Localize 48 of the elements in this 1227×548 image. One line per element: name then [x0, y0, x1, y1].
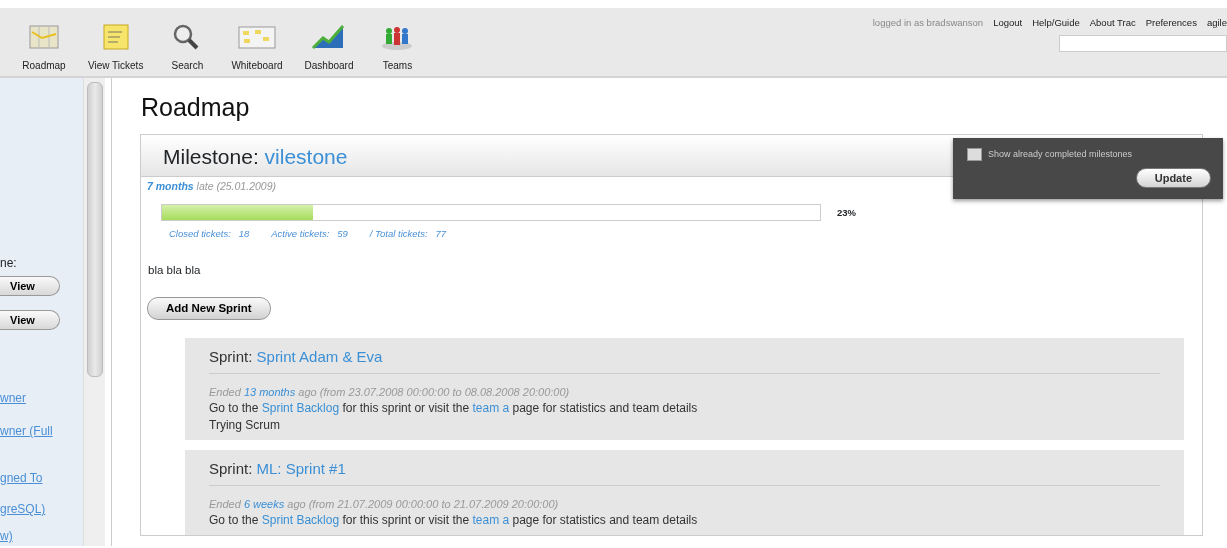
duration-link[interactable]: 6 weeks	[243, 497, 285, 510]
page-title: Roadmap	[141, 92, 251, 122]
sprint-description: Trying Scrum	[209, 417, 281, 434]
toolbar-button[interactable]: Teams	[375, 22, 420, 76]
toolbar-button[interactable]: Search	[165, 22, 210, 76]
sidebar-link[interactable]: greSQL)	[0, 501, 83, 518]
sprint-info: Go to the Sprint Backlog for this sprint or visit the team a page for statistics and team details	[209, 400, 699, 417]
ticket-count-link[interactable]: / Total tickets: 77	[369, 227, 447, 242]
sidebar-link[interactable]: wner	[0, 390, 83, 407]
toolbar-button[interactable]: View Tickets	[88, 22, 144, 76]
milestone-description: bla bla bla	[147, 262, 202, 278]
nav-link[interactable]: Preferences	[1145, 16, 1197, 31]
login-status: logged in as bradswanson	[872, 16, 984, 30]
sprint-heading: Sprint: ML: Sprint #1	[209, 458, 1160, 486]
checkbox[interactable]	[967, 148, 982, 162]
team-link[interactable]: team a	[472, 513, 510, 527]
add-sprint-button[interactable]: Add New Sprint	[147, 296, 271, 320]
view-button[interactable]: View	[0, 276, 60, 296]
due-link[interactable]: 7 months	[147, 179, 194, 192]
nav-link[interactable]: Help/Guide	[1032, 16, 1080, 31]
backlog-link[interactable]: Sprint Backlog	[261, 513, 340, 527]
sprint-info: Go to the Sprint Backlog for this sprint or visit the team a page for statistics and team details	[209, 512, 699, 529]
team-link[interactable]: team a	[472, 401, 510, 415]
backlog-link[interactable]: Sprint Backlog	[261, 401, 340, 415]
sprint-dates: Ended 13 months ago (from 23.07.2008 00:00:00 to 08.08.2008 20:00:00)	[209, 384, 571, 400]
nav-link[interactable]: agile	[1206, 16, 1227, 31]
search-field[interactable]	[1059, 35, 1227, 53]
nav-link[interactable]: About Trac	[1089, 16, 1136, 31]
ticket-count-link[interactable]: Active tickets: 59	[271, 227, 348, 242]
view-button[interactable]: View	[0, 310, 60, 330]
sprint-link[interactable]: Sprint Adam & Eva	[256, 348, 383, 365]
duration-link[interactable]: 13 months	[243, 385, 296, 398]
sidebar-link[interactable]: wner (Full	[0, 423, 83, 440]
sprint-heading: Sprint: Sprint Adam & Eva	[209, 346, 1160, 374]
sprint-dates: Ended 6 weeks ago (from 21.07.2009 00:00:00 to 21.07.2009 20:00:00)	[209, 496, 560, 512]
sidebar-link[interactable]: gned To	[0, 470, 83, 487]
nav-link[interactable]: Logout	[993, 16, 1023, 31]
sidebar-label: ne:	[0, 255, 18, 272]
ticket-count-link[interactable]: Closed tickets: 18	[169, 227, 250, 242]
toolbar-button[interactable]: Roadmap	[22, 22, 66, 76]
milestone-link[interactable]: vilestone	[264, 145, 348, 168]
update-button[interactable]: Update	[1135, 167, 1211, 188]
toolbar-button[interactable]: Dashboard	[304, 22, 354, 76]
sidebar-link[interactable]: w)	[0, 528, 83, 545]
sprint-link[interactable]: ML: Sprint #1	[256, 460, 346, 477]
progress-percent: 23%	[837, 205, 856, 220]
checkbox-label: Show already completed milestones	[988, 148, 1133, 161]
toolbar-button[interactable]: Whiteboard	[231, 22, 283, 76]
